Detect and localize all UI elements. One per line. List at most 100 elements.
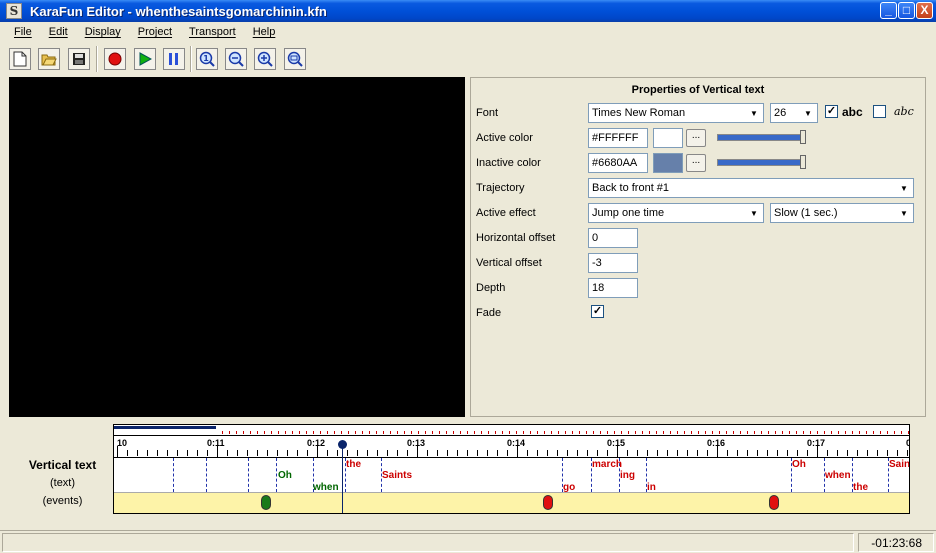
overview-tick: [565, 431, 566, 434]
close-button[interactable]: X: [916, 2, 933, 19]
text-row[interactable]: Oh when the Saints go march ing in Oh wh…: [114, 458, 909, 493]
syllable[interactable]: march: [592, 459, 622, 470]
event-marker[interactable]: [769, 495, 779, 510]
ruler-tick: [607, 450, 608, 456]
toolbar-separator: [96, 46, 98, 72]
save-button[interactable]: [68, 48, 90, 70]
timeline-scroll-thumb[interactable]: [114, 426, 216, 429]
font-size-select[interactable]: 26 ▼: [770, 103, 818, 123]
active-color-slider[interactable]: [717, 130, 806, 144]
overview-tick: [299, 431, 300, 434]
minimize-button[interactable]: _: [880, 2, 897, 19]
syllable[interactable]: when: [825, 470, 851, 481]
ruler-tick: [717, 446, 718, 457]
ruler-tick: [397, 450, 398, 456]
ruler-tick: [427, 450, 428, 456]
menu-transport[interactable]: Transport: [189, 26, 236, 38]
slider-thumb[interactable]: [800, 155, 806, 169]
active-color-picker-button[interactable]: ...: [686, 129, 706, 147]
font-label: Font: [476, 107, 499, 119]
active-color-swatch[interactable]: [653, 128, 683, 148]
active-color-input[interactable]: #FFFFFF: [588, 128, 648, 148]
events-row[interactable]: [114, 492, 909, 513]
italic-checkbox[interactable]: [873, 105, 886, 118]
video-preview[interactable]: Oh when the Saints go marching in Oh whe…: [9, 77, 465, 417]
overview-tick: [229, 431, 230, 434]
menu-help[interactable]: Help: [253, 26, 276, 38]
menu-file[interactable]: File: [14, 26, 32, 38]
overview-tick: [642, 431, 643, 434]
overview-tick: [789, 431, 790, 434]
record-button[interactable]: [104, 48, 126, 70]
trajectory-value: Back to front #1: [592, 182, 670, 194]
overview-tick: [551, 431, 552, 434]
tick-label: 0:14: [507, 438, 526, 448]
app-icon: S: [6, 3, 22, 19]
ruler-tick: [867, 450, 868, 456]
event-marker[interactable]: [261, 495, 271, 510]
horizontal-offset-input[interactable]: 0: [588, 228, 638, 248]
zoom-fit-button[interactable]: [284, 48, 306, 70]
time-ruler[interactable]: 10 0:11 0:12 0:13 0:14 0:15 0:16 0:17 0: [114, 436, 909, 458]
open-folder-button[interactable]: [38, 48, 60, 70]
overview-tick: [467, 431, 468, 434]
overview-tick: [894, 431, 895, 434]
ruler-tick: [217, 446, 218, 457]
maximize-button[interactable]: □: [898, 2, 915, 19]
zoom-out-button[interactable]: [225, 48, 247, 70]
toolbar: 1: [0, 44, 936, 72]
title-bar: S KaraFun Editor - whenthesaintsgomarchi…: [0, 0, 936, 22]
playhead-handle[interactable]: [338, 440, 347, 449]
play-button[interactable]: [134, 48, 156, 70]
overview-tick: [509, 431, 510, 434]
menu-project[interactable]: Project: [138, 26, 172, 38]
ruler-tick: [297, 450, 298, 456]
slider-thumb[interactable]: [800, 130, 806, 144]
inactive-color-slider[interactable]: [717, 155, 806, 169]
status-bar: -01:23:68: [0, 530, 936, 553]
timeline[interactable]: 10 0:11 0:12 0:13 0:14 0:15 0:16 0:17 0 …: [113, 424, 910, 514]
syllable[interactable]: Sain: [889, 459, 909, 470]
new-file-button[interactable]: [9, 48, 31, 70]
playhead-line: [342, 444, 343, 513]
ruler-tick: [347, 450, 348, 456]
timeline-scrollbar[interactable]: [114, 425, 909, 436]
syllable[interactable]: Oh: [278, 470, 292, 481]
menu-display[interactable]: Display: [85, 26, 121, 38]
inactive-color-swatch[interactable]: [653, 153, 683, 173]
syllable[interactable]: Saints: [382, 470, 412, 481]
ruler-tick: [357, 450, 358, 456]
toolbar-separator: [190, 46, 192, 72]
syllable[interactable]: ing: [620, 470, 635, 481]
horizontal-offset-label: Horizontal offset: [476, 232, 556, 244]
overview-tick: [327, 431, 328, 434]
zoom-in-button[interactable]: [254, 48, 276, 70]
font-select[interactable]: Times New Roman ▼: [588, 103, 764, 123]
save-icon: [73, 53, 85, 65]
fade-checkbox[interactable]: ✓: [591, 305, 604, 318]
depth-input[interactable]: 18: [588, 278, 638, 298]
vertical-offset-input[interactable]: -3: [588, 253, 638, 273]
zoom-1-button[interactable]: 1: [196, 48, 218, 70]
syllable[interactable]: the: [346, 459, 361, 470]
overview-tick: [866, 431, 867, 434]
syllable[interactable]: Oh: [792, 459, 806, 470]
active-effect-label: Active effect: [476, 207, 536, 219]
overview-tick: [285, 431, 286, 434]
menu-edit[interactable]: Edit: [49, 26, 68, 38]
bold-checkbox[interactable]: ✓: [825, 105, 838, 118]
overview-tick: [355, 431, 356, 434]
pause-button[interactable]: [163, 48, 185, 70]
active-effect-select[interactable]: Jump one time ▼: [588, 203, 764, 223]
inactive-color-input[interactable]: #6680AA: [588, 153, 648, 173]
pause-icon: [169, 53, 178, 65]
overview-tick: [845, 431, 846, 434]
ruler-tick: [657, 450, 658, 456]
trajectory-select[interactable]: Back to front #1 ▼: [588, 178, 914, 198]
overview-tick: [635, 431, 636, 434]
event-marker[interactable]: [543, 495, 553, 510]
inactive-color-picker-button[interactable]: ...: [686, 154, 706, 172]
overview-tick: [264, 431, 265, 434]
track-name[interactable]: Vertical text: [20, 458, 105, 472]
active-effect-speed-select[interactable]: Slow (1 sec.) ▼: [770, 203, 914, 223]
